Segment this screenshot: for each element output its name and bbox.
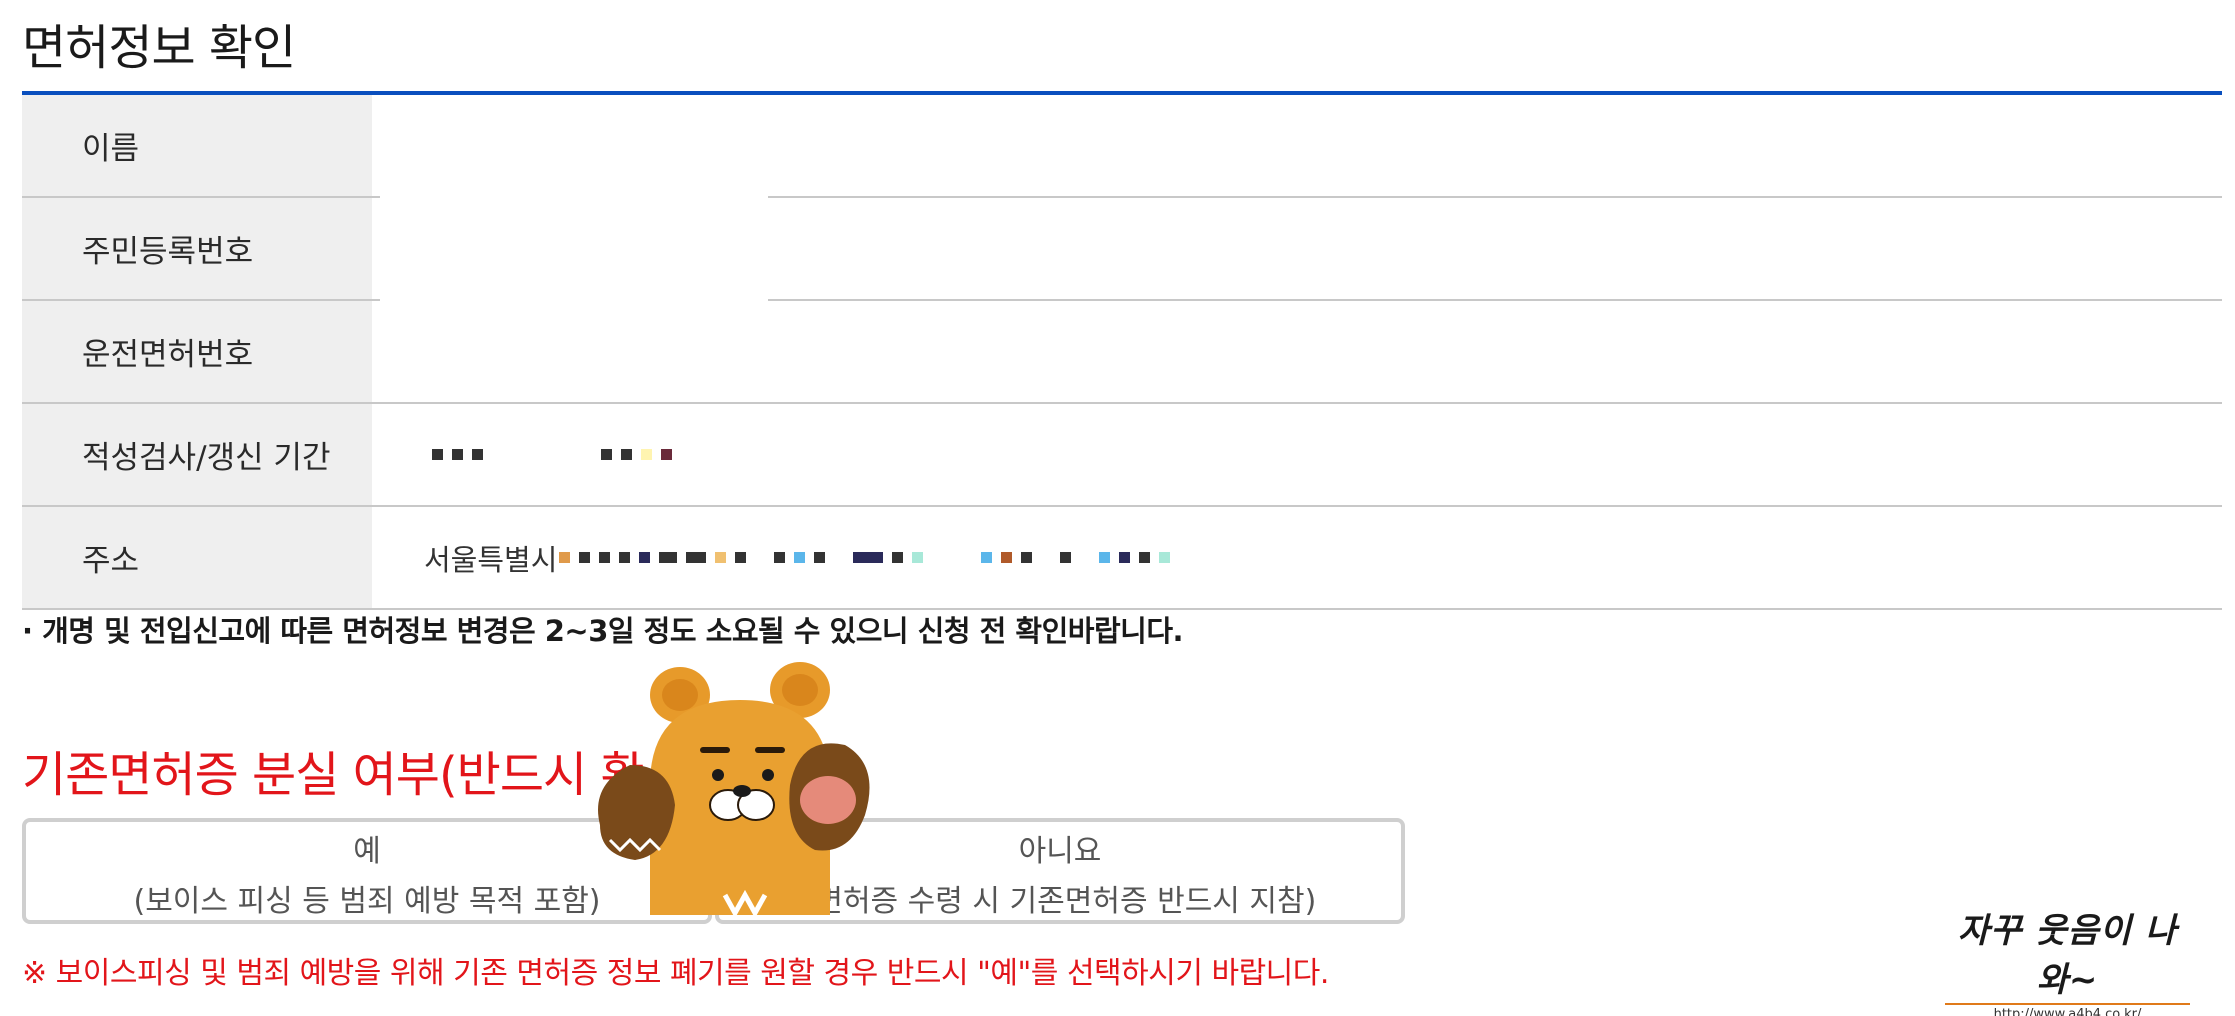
watermark-url: http://www.a4b4.co.kr/	[1945, 1003, 2190, 1016]
table-row-name: 이름	[22, 95, 2222, 198]
renewal-period-label: 적성검사/갱신 기간	[22, 404, 372, 505]
table-row-renewal-period: 적성검사/갱신 기간	[22, 404, 2222, 507]
license-info-page: 면허정보 확인 이름 주민등록번호 운전면허번호 적성검사/갱신 기간 주소 서…	[0, 0, 2235, 1016]
license-info-table: 이름 주민등록번호 운전면허번호 적성검사/갱신 기간 주소 서울특별시	[22, 95, 2222, 610]
name-label: 이름	[22, 95, 372, 196]
page-title: 면허정보 확인	[22, 20, 296, 76]
address-text: 서울특별시	[424, 542, 558, 577]
renewal-period-value-masked	[372, 404, 2222, 505]
redaction-patch	[380, 95, 768, 401]
address-value: 서울특별시	[372, 507, 2222, 608]
bear-sticker-icon	[598, 662, 870, 915]
warning-text: ※ 보이스피싱 및 범죄 예방을 위해 기존 면허증 정보 폐기를 원할 경우 …	[22, 956, 1329, 991]
license-number-label: 운전면허번호	[22, 301, 372, 402]
notice-text: · 개명 및 전입신고에 따른 면허정보 변경은 2~3일 정도 소요될 수 있…	[22, 614, 1184, 648]
section-title-lost-license: 기존면허증 분실 여부(반드시 확	[22, 747, 645, 803]
watermark-text: 자꾸 웃음이 나와~	[1957, 911, 2178, 1000]
table-row-license-number: 운전면허번호	[22, 301, 2222, 404]
table-row-resident-number: 주민등록번호	[22, 198, 2222, 301]
address-label: 주소	[22, 507, 372, 608]
table-row-address: 주소 서울특별시	[22, 507, 2222, 610]
watermark: 자꾸 웃음이 나와~ http://www.a4b4.co.kr/	[1945, 903, 2190, 1016]
resident-number-label: 주민등록번호	[22, 198, 372, 299]
